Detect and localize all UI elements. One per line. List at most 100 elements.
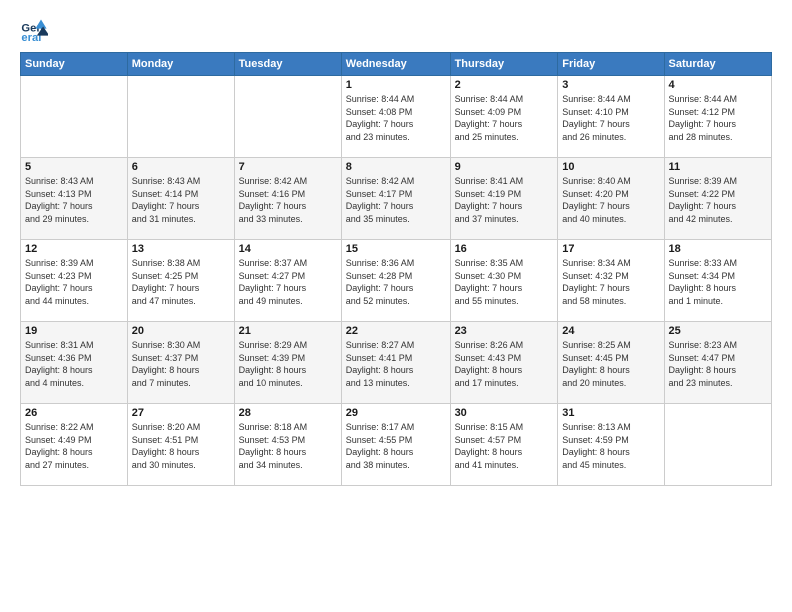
day-info: Sunrise: 8:27 AM Sunset: 4:41 PM Dayligh…	[346, 339, 446, 389]
day-number: 6	[132, 161, 230, 173]
day-info: Sunrise: 8:44 AM Sunset: 4:12 PM Dayligh…	[669, 93, 767, 143]
day-info: Sunrise: 8:39 AM Sunset: 4:23 PM Dayligh…	[25, 257, 123, 307]
day-number: 18	[669, 243, 767, 255]
day-info: Sunrise: 8:43 AM Sunset: 4:14 PM Dayligh…	[132, 175, 230, 225]
day-number: 28	[239, 407, 337, 419]
day-number: 31	[562, 407, 659, 419]
day-info: Sunrise: 8:38 AM Sunset: 4:25 PM Dayligh…	[132, 257, 230, 307]
calendar-cell: 29 Sunrise: 8:17 AM Sunset: 4:55 PM Dayli…	[341, 404, 450, 486]
day-number: 1	[346, 79, 446, 91]
day-info: Sunrise: 8:39 AM Sunset: 4:22 PM Dayligh…	[669, 175, 767, 225]
calendar-table: SundayMondayTuesdayWednesdayThursdayFrid…	[20, 52, 772, 486]
day-number: 23	[455, 325, 554, 337]
calendar-cell: 20Sunrise: 8:30 AM Sunset: 4:37 PM Dayli…	[127, 322, 234, 404]
day-info: Sunrise: 8:23 AM Sunset: 4:47 PM Dayligh…	[669, 339, 767, 389]
day-number: 4	[669, 79, 767, 91]
calendar-cell: 13 Sunrise: 8:38 AM Sunset: 4:25 PM Dayli…	[127, 240, 234, 322]
day-info: Sunrise: 8:29 AM Sunset: 4:39 PM Dayligh…	[239, 339, 337, 389]
day-number: 5	[25, 161, 123, 173]
logo: Gen eral	[20, 16, 52, 44]
calendar-header-row: SundayMondayTuesdayWednesdayThursdayFrid…	[21, 53, 772, 76]
calendar-cell: 6 Sunrise: 8:43 AM Sunset: 4:14 PM Daylig…	[127, 158, 234, 240]
calendar-cell	[234, 76, 341, 158]
day-info: Sunrise: 8:31 AM Sunset: 4:36 PM Dayligh…	[25, 339, 123, 389]
calendar-week-2: 12 Sunrise: 8:39 AM Sunset: 4:23 PM Dayli…	[21, 240, 772, 322]
calendar-cell: 21 Sunrise: 8:29 AM Sunset: 4:39 PM Dayli…	[234, 322, 341, 404]
day-number: 13	[132, 243, 230, 255]
day-info: Sunrise: 8:44 AM Sunset: 4:10 PM Dayligh…	[562, 93, 659, 143]
day-number: 12	[25, 243, 123, 255]
day-info: Sunrise: 8:18 AM Sunset: 4:53 PM Dayligh…	[239, 421, 337, 471]
header: Gen eral	[20, 16, 772, 44]
calendar-cell: 17 Sunrise: 8:34 AM Sunset: 4:32 PM Dayli…	[558, 240, 664, 322]
header-monday: Monday	[127, 53, 234, 76]
day-info: Sunrise: 8:30 AM Sunset: 4:37 PM Dayligh…	[132, 339, 230, 389]
day-number: 16	[455, 243, 554, 255]
logo-icon: Gen eral	[20, 16, 48, 44]
day-info: Sunrise: 8:34 AM Sunset: 4:32 PM Dayligh…	[562, 257, 659, 307]
day-info: Sunrise: 8:25 AM Sunset: 4:45 PM Dayligh…	[562, 339, 659, 389]
calendar-cell: 12 Sunrise: 8:39 AM Sunset: 4:23 PM Dayli…	[21, 240, 128, 322]
calendar-week-1: 5 Sunrise: 8:43 AM Sunset: 4:13 PM Daylig…	[21, 158, 772, 240]
calendar-cell	[21, 76, 128, 158]
calendar-cell: 14 Sunrise: 8:37 AM Sunset: 4:27 PM Dayli…	[234, 240, 341, 322]
header-sunday: Sunday	[21, 53, 128, 76]
day-info: Sunrise: 8:17 AM Sunset: 4:55 PM Dayligh…	[346, 421, 446, 471]
day-info: Sunrise: 8:40 AM Sunset: 4:20 PM Dayligh…	[562, 175, 659, 225]
day-info: Sunrise: 8:35 AM Sunset: 4:30 PM Dayligh…	[455, 257, 554, 307]
calendar-cell: 7 Sunrise: 8:42 AM Sunset: 4:16 PM Daylig…	[234, 158, 341, 240]
day-info: Sunrise: 8:42 AM Sunset: 4:17 PM Dayligh…	[346, 175, 446, 225]
calendar-cell: 26 Sunrise: 8:22 AM Sunset: 4:49 PM Dayli…	[21, 404, 128, 486]
day-info: Sunrise: 8:33 AM Sunset: 4:34 PM Dayligh…	[669, 257, 767, 307]
day-number: 26	[25, 407, 123, 419]
day-number: 7	[239, 161, 337, 173]
calendar-cell: 2Sunrise: 8:44 AM Sunset: 4:09 PM Daylig…	[450, 76, 558, 158]
day-number: 19	[25, 325, 123, 337]
calendar-cell: 27Sunrise: 8:20 AM Sunset: 4:51 PM Dayli…	[127, 404, 234, 486]
day-number: 9	[455, 161, 554, 173]
day-number: 29	[346, 407, 446, 419]
calendar-cell	[664, 404, 771, 486]
header-thursday: Thursday	[450, 53, 558, 76]
calendar-cell	[127, 76, 234, 158]
header-friday: Friday	[558, 53, 664, 76]
day-number: 8	[346, 161, 446, 173]
day-number: 11	[669, 161, 767, 173]
page: Gen eral SundayMondayTuesdayWednesdayThu…	[0, 0, 792, 612]
calendar-cell: 4 Sunrise: 8:44 AM Sunset: 4:12 PM Daylig…	[664, 76, 771, 158]
day-number: 10	[562, 161, 659, 173]
day-info: Sunrise: 8:15 AM Sunset: 4:57 PM Dayligh…	[455, 421, 554, 471]
day-info: Sunrise: 8:26 AM Sunset: 4:43 PM Dayligh…	[455, 339, 554, 389]
calendar-week-3: 19 Sunrise: 8:31 AM Sunset: 4:36 PM Dayli…	[21, 322, 772, 404]
calendar-week-0: 1 Sunrise: 8:44 AM Sunset: 4:08 PM Daylig…	[21, 76, 772, 158]
day-number: 24	[562, 325, 659, 337]
calendar-cell: 5 Sunrise: 8:43 AM Sunset: 4:13 PM Daylig…	[21, 158, 128, 240]
day-info: Sunrise: 8:20 AM Sunset: 4:51 PM Dayligh…	[132, 421, 230, 471]
day-info: Sunrise: 8:44 AM Sunset: 4:08 PM Dayligh…	[346, 93, 446, 143]
day-number: 21	[239, 325, 337, 337]
calendar-cell: 1 Sunrise: 8:44 AM Sunset: 4:08 PM Daylig…	[341, 76, 450, 158]
day-info: Sunrise: 8:13 AM Sunset: 4:59 PM Dayligh…	[562, 421, 659, 471]
calendar-cell: 10 Sunrise: 8:40 AM Sunset: 4:20 PM Dayli…	[558, 158, 664, 240]
day-number: 14	[239, 243, 337, 255]
calendar-cell: 16 Sunrise: 8:35 AM Sunset: 4:30 PM Dayli…	[450, 240, 558, 322]
calendar-cell: 25Sunrise: 8:23 AM Sunset: 4:47 PM Dayli…	[664, 322, 771, 404]
calendar-cell: 11 Sunrise: 8:39 AM Sunset: 4:22 PM Dayli…	[664, 158, 771, 240]
day-info: Sunrise: 8:22 AM Sunset: 4:49 PM Dayligh…	[25, 421, 123, 471]
header-tuesday: Tuesday	[234, 53, 341, 76]
calendar-cell: 24 Sunrise: 8:25 AM Sunset: 4:45 PM Dayli…	[558, 322, 664, 404]
day-info: Sunrise: 8:41 AM Sunset: 4:19 PM Dayligh…	[455, 175, 554, 225]
day-number: 17	[562, 243, 659, 255]
day-info: Sunrise: 8:36 AM Sunset: 4:28 PM Dayligh…	[346, 257, 446, 307]
calendar-cell: 9 Sunrise: 8:41 AM Sunset: 4:19 PM Daylig…	[450, 158, 558, 240]
day-number: 2	[455, 79, 554, 91]
day-info: Sunrise: 8:37 AM Sunset: 4:27 PM Dayligh…	[239, 257, 337, 307]
calendar-cell: 3 Sunrise: 8:44 AM Sunset: 4:10 PM Daylig…	[558, 76, 664, 158]
day-info: Sunrise: 8:42 AM Sunset: 4:16 PM Dayligh…	[239, 175, 337, 225]
calendar-week-4: 26 Sunrise: 8:22 AM Sunset: 4:49 PM Dayli…	[21, 404, 772, 486]
header-saturday: Saturday	[664, 53, 771, 76]
day-number: 3	[562, 79, 659, 91]
calendar-cell: 30Sunrise: 8:15 AM Sunset: 4:57 PM Dayli…	[450, 404, 558, 486]
day-info: Sunrise: 8:43 AM Sunset: 4:13 PM Dayligh…	[25, 175, 123, 225]
calendar-cell: 23 Sunrise: 8:26 AM Sunset: 4:43 PM Dayli…	[450, 322, 558, 404]
